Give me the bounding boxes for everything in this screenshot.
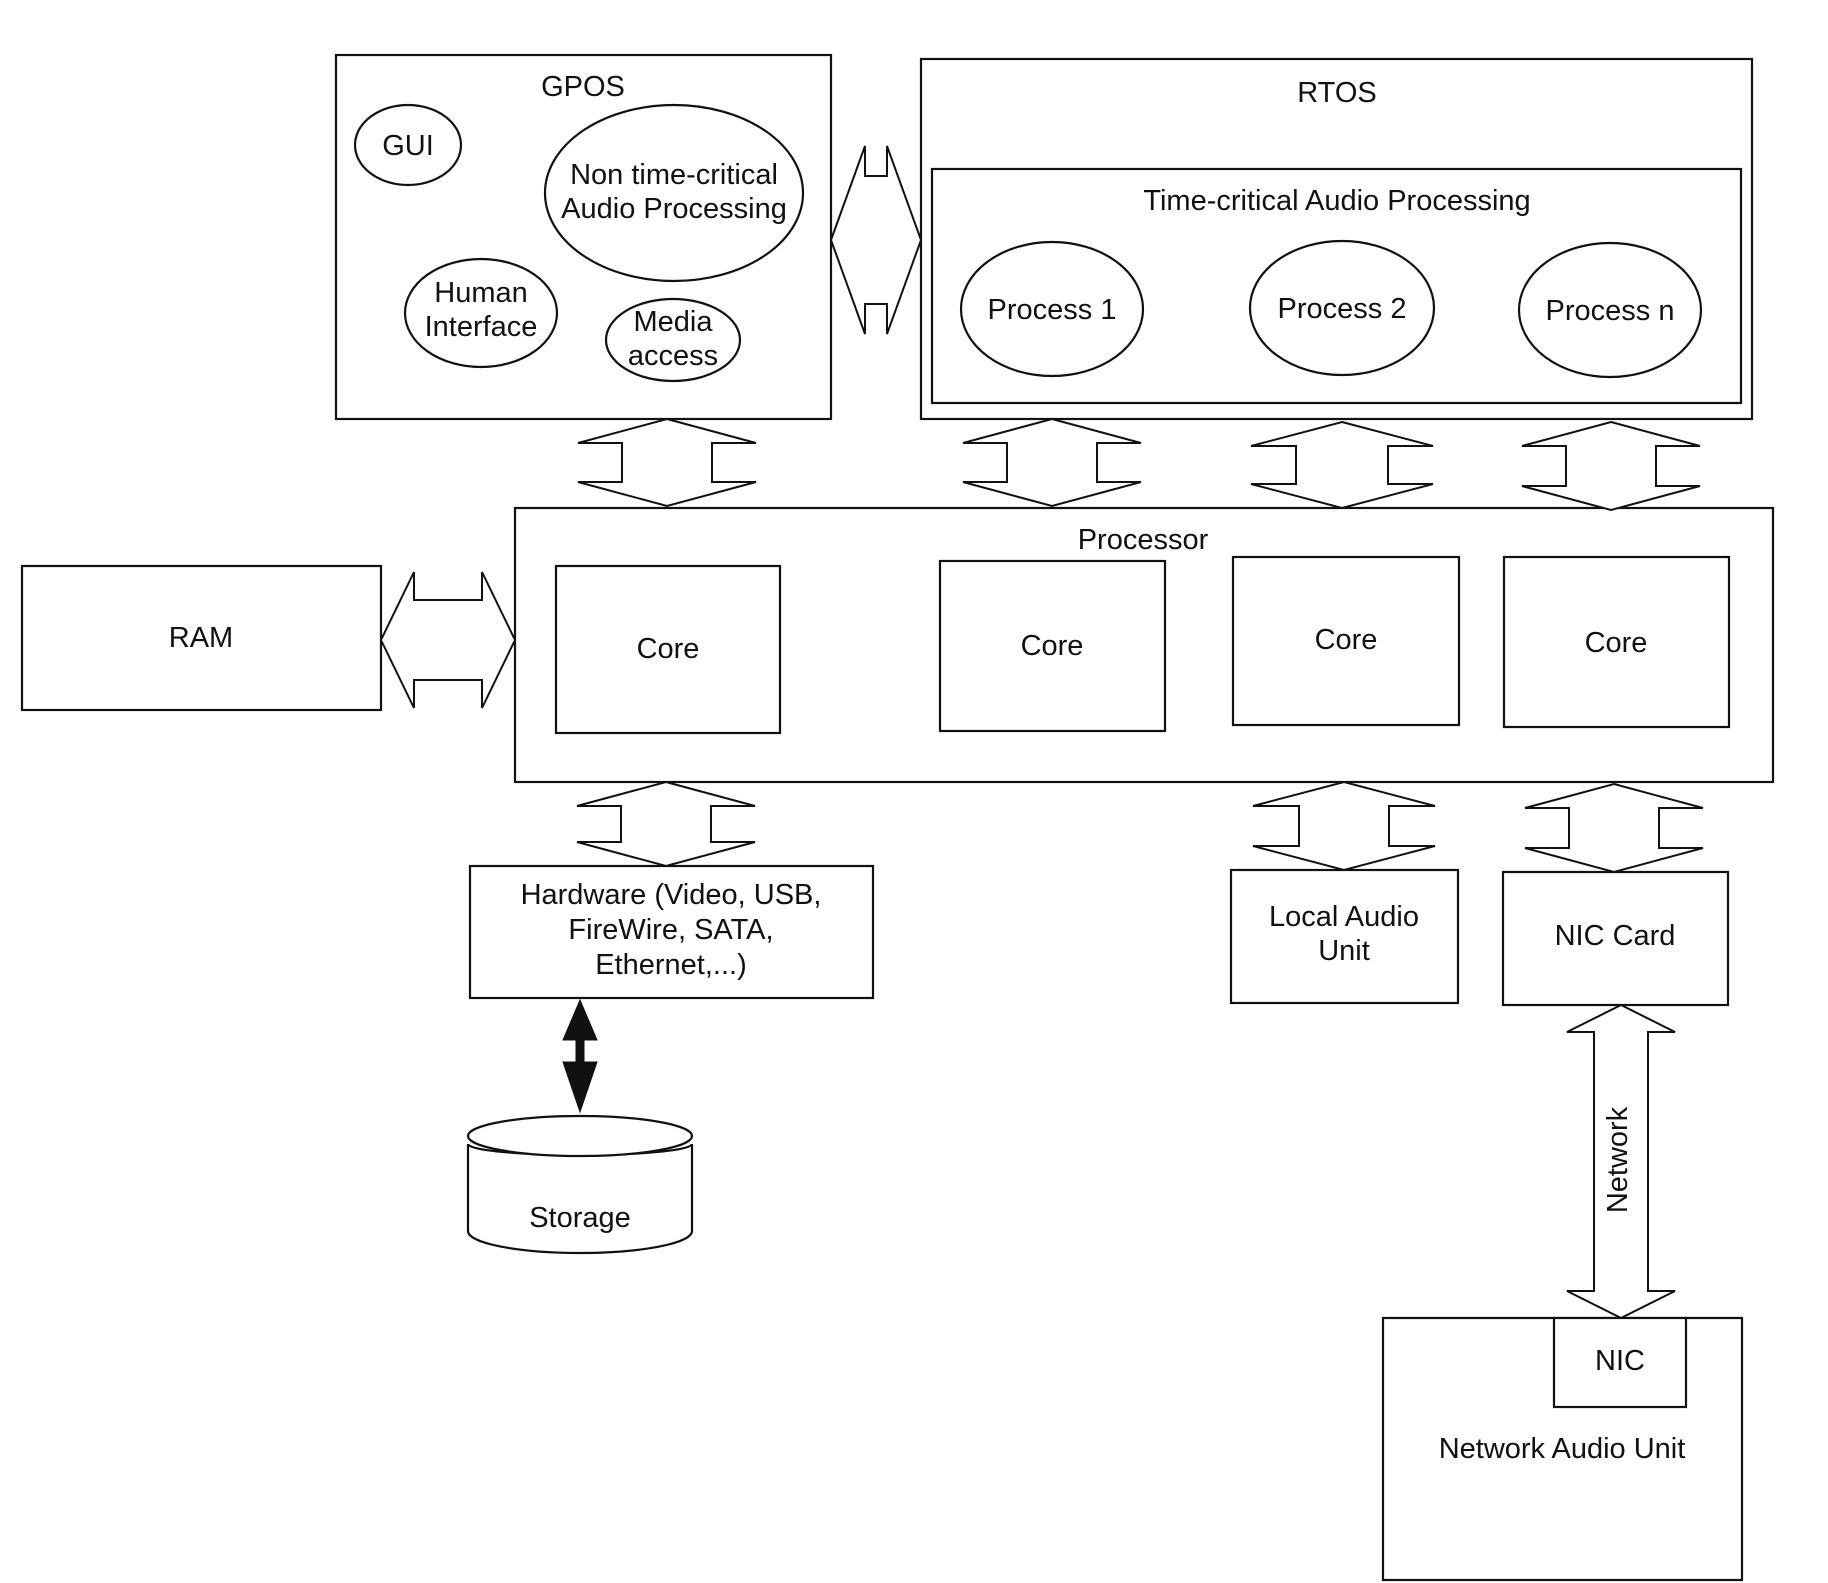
time-critical-title: Time-critical Audio Processing xyxy=(1143,185,1530,217)
system-architecture-diagram: GPOS GUI Non time-critical Audio Process… xyxy=(20,53,1775,1582)
nic-label: NIC xyxy=(1595,1345,1645,1377)
process-1-core-double-arrow-icon xyxy=(962,417,1142,508)
process-n-label: Process n xyxy=(1546,295,1675,327)
ram-label: RAM xyxy=(169,622,233,654)
process-n-core-double-arrow-icon xyxy=(1521,420,1701,512)
hardware-label-line1: Hardware (Video, USB, xyxy=(521,879,822,911)
storage-cylinder-body xyxy=(466,1144,694,1255)
human-interface-label-line1: Human xyxy=(434,277,528,309)
local-audio-unit-label-line1: Local Audio xyxy=(1269,901,1419,933)
local-audio-unit-label-line2: Unit xyxy=(1318,935,1370,967)
core-2-label: Core xyxy=(1021,630,1084,662)
network-audio-unit-label: Network Audio Unit xyxy=(1439,1433,1686,1465)
core-4-label: Core xyxy=(1585,627,1648,659)
human-interface-label-line2: Interface xyxy=(425,311,538,343)
processor-nic-card-double-arrow-icon xyxy=(1524,782,1704,874)
media-access-label-line1: Media xyxy=(634,306,714,338)
process-1-label: Process 1 xyxy=(988,294,1117,326)
network-link-label: Network xyxy=(1602,1106,1634,1213)
storage-cylinder-top xyxy=(466,1114,694,1158)
hardware-label-line3: Ethernet,...) xyxy=(595,949,747,981)
rtos-block: RTOS Time-critical Audio Processing Proc… xyxy=(919,57,1754,421)
hardware-label-line2: FireWire, SATA, xyxy=(568,914,773,946)
hardware-block: Hardware (Video, USB, FireWire, SATA, Et… xyxy=(468,864,875,1000)
ram-processor-double-arrow-icon xyxy=(379,571,517,709)
processor-hardware-double-arrow-icon xyxy=(576,780,756,868)
non-time-critical-label-line2: Audio Processing xyxy=(561,193,787,225)
storage-label: Storage xyxy=(529,1202,631,1234)
rtos-title: RTOS xyxy=(1297,77,1377,109)
gpos-block: GPOS GUI Non time-critical Audio Process… xyxy=(334,53,833,421)
hardware-storage-arrow xyxy=(562,998,598,1114)
network-audio-unit-block: NIC Network Audio Unit xyxy=(1381,1316,1744,1582)
non-time-critical-label-line1: Non time-critical xyxy=(570,159,778,191)
process-2-label: Process 2 xyxy=(1278,293,1407,325)
solid-arrowhead-up-icon xyxy=(562,998,598,1041)
nic-card-label: NIC Card xyxy=(1555,920,1676,952)
core-1-label: Core xyxy=(637,633,700,665)
local-audio-unit-block: Local Audio Unit xyxy=(1229,868,1460,1005)
processor-block: Processor Core Core Core Core xyxy=(513,506,1775,784)
processor-title: Processor xyxy=(1078,524,1209,556)
processor-local-audio-double-arrow-icon xyxy=(1252,780,1436,872)
ram-block: RAM xyxy=(20,564,383,712)
nic-card-block: NIC Card xyxy=(1501,870,1730,1007)
gpos-rtos-double-arrow-icon xyxy=(829,145,923,335)
storage-block: Storage xyxy=(466,1114,694,1255)
solid-arrow-shaft xyxy=(575,1037,585,1065)
media-access-label-line2: access xyxy=(628,340,718,372)
core-3-label: Core xyxy=(1315,624,1378,656)
gui-label: GUI xyxy=(382,130,434,162)
gpos-title: GPOS xyxy=(541,71,625,103)
process-2-core-double-arrow-icon xyxy=(1250,420,1434,510)
solid-arrowhead-down-icon xyxy=(562,1061,598,1114)
gpos-processor-double-arrow-icon xyxy=(577,417,757,508)
